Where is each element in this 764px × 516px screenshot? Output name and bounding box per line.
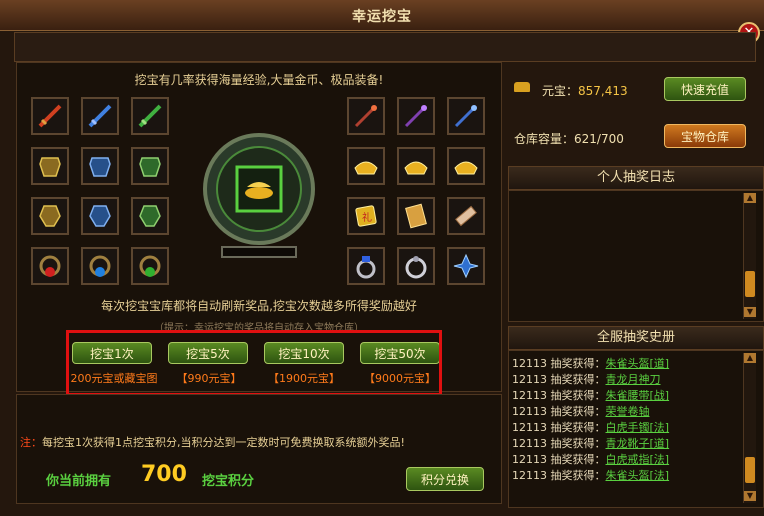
treasure-description: 挖宝有几率获得海量经验,大量金币、极品装备! [134,73,384,87]
silver-ring-icon[interactable] [397,247,435,285]
purple-staff-icon[interactable] [397,97,435,135]
list-item: 12113 抽奖获得：朱雀头盔[法] [512,469,670,482]
red-necklace-icon[interactable] [31,247,69,285]
warehouse-button[interactable]: 宝物仓库 [664,124,746,148]
item-link[interactable]: 朱雀头盔[法] [606,469,670,482]
scroll-down-icon[interactable]: ▼ [744,491,756,501]
item-link[interactable]: 白虎手镯[法] [606,421,670,434]
points-note: 注：每挖宝1次获得1点挖宝积分,当积分达到一定数时可免费换取系统额外奖品! [20,434,405,450]
item-link[interactable]: 荣誉卷轴 [606,405,650,418]
list-item: 12113 抽奖获得：青龙月神刀 [512,373,661,386]
blue-armor-icon[interactable] [81,147,119,185]
highlight-box [66,330,442,396]
scroll-thumb[interactable] [745,271,755,297]
blue-necklace-icon[interactable] [81,247,119,285]
warehouse-capacity: 仓库容量：621/700 [514,130,624,147]
sub-header-bar [14,32,756,62]
list-item: 12113 抽奖获得：白虎戒指[法] [512,453,670,466]
item-link[interactable]: 朱雀腰带[战] [606,389,670,402]
lucky-dig-window: 幸运挖宝 ✕ 挖宝有几率获得海量经验,大量金币、极品装备! [0,0,764,516]
list-item: 12113 抽奖获得：青龙靴子[道] [512,437,670,450]
green-armor-icon[interactable] [131,147,169,185]
warehouse-label: 仓库容量： [514,132,575,146]
gold-armor-icon[interactable] [31,147,69,185]
gift-package-icon[interactable]: 礼 [347,197,385,235]
points-value: 700 [141,462,187,487]
points-owned-label: 你当前拥有 [46,474,112,489]
item-link[interactable]: 朱雀头盔[道] [606,357,670,370]
treasure-medallion-icon [203,133,315,258]
list-item: 12113 抽奖获得：朱雀头盔[道] [512,357,670,370]
refresh-hint: 每次挖宝宝库都将自动刷新奖品,挖宝次数越多所得奖励越好 [101,299,417,313]
list-item: 12113 抽奖获得：白虎手镯[法] [512,421,670,434]
red-staff-icon[interactable] [347,97,385,135]
points-exchange-button[interactable]: 积分兑换 [406,467,484,491]
note-prefix: 注： [20,436,42,449]
list-item: 12113 抽奖获得：朱雀腰带[战] [512,389,670,402]
blue-ring-icon[interactable] [347,247,385,285]
green-necklace-icon[interactable] [131,247,169,285]
item-link[interactable]: 青龙靴子[道] [606,437,670,450]
green-armor-icon[interactable] [131,197,169,235]
note-text: 每挖宝1次获得1点挖宝积分,当积分达到一定数时可免费换取系统额外奖品! [42,436,405,449]
blue-armor-icon[interactable] [81,197,119,235]
personal-log-scrollbar[interactable]: ▲ ▼ [743,193,756,319]
window-title: 幸运挖宝 [352,9,412,25]
server-history-header: 全服抽奖史册 [508,326,764,350]
blue-sword-icon[interactable] [81,97,119,135]
points-unit: 挖宝积分 [202,474,255,489]
yuanbao-value: 857,413 [578,84,628,98]
map-scroll-icon[interactable] [447,197,485,235]
scroll-icon[interactable] [397,197,435,235]
yuanbao-icon [514,82,530,92]
gold-ingot-icon[interactable] [397,147,435,185]
item-link[interactable]: 白虎戒指[法] [606,453,670,466]
title-bar: 幸运挖宝 [0,0,764,31]
scroll-up-icon[interactable]: ▲ [744,353,756,363]
yuanbao-balance: 元宝：857,413 [542,82,628,99]
server-history-scrollbar[interactable]: ▲ ▼ [743,353,756,503]
scroll-thumb[interactable] [745,457,755,483]
blue-ornament-icon[interactable] [447,247,485,285]
gold-ingot-icon[interactable] [347,147,385,185]
svg-text:礼: 礼 [362,211,372,224]
gold-armor-icon[interactable] [31,197,69,235]
scroll-down-icon[interactable]: ▼ [744,307,756,317]
gold-ingot-icon[interactable] [447,147,485,185]
blue-staff-icon[interactable] [447,97,485,135]
list-item: 12113 抽奖获得：荣誉卷轴 [512,405,650,418]
warehouse-value: 621/700 [574,132,624,146]
yuanbao-label: 元宝： [542,84,579,98]
personal-log-list [508,190,764,322]
red-sword-icon[interactable] [31,97,69,135]
green-sword-icon[interactable] [131,97,169,135]
recharge-button[interactable]: 快速充值 [664,77,746,101]
server-history-rows: 12113 抽奖获得：朱雀头盔[道] 12113 抽奖获得：青龙月神刀 1211… [512,356,738,484]
personal-log-header: 个人抽奖日志 [508,166,764,190]
item-link[interactable]: 青龙月神刀 [606,373,661,386]
scroll-up-icon[interactable]: ▲ [744,193,756,203]
